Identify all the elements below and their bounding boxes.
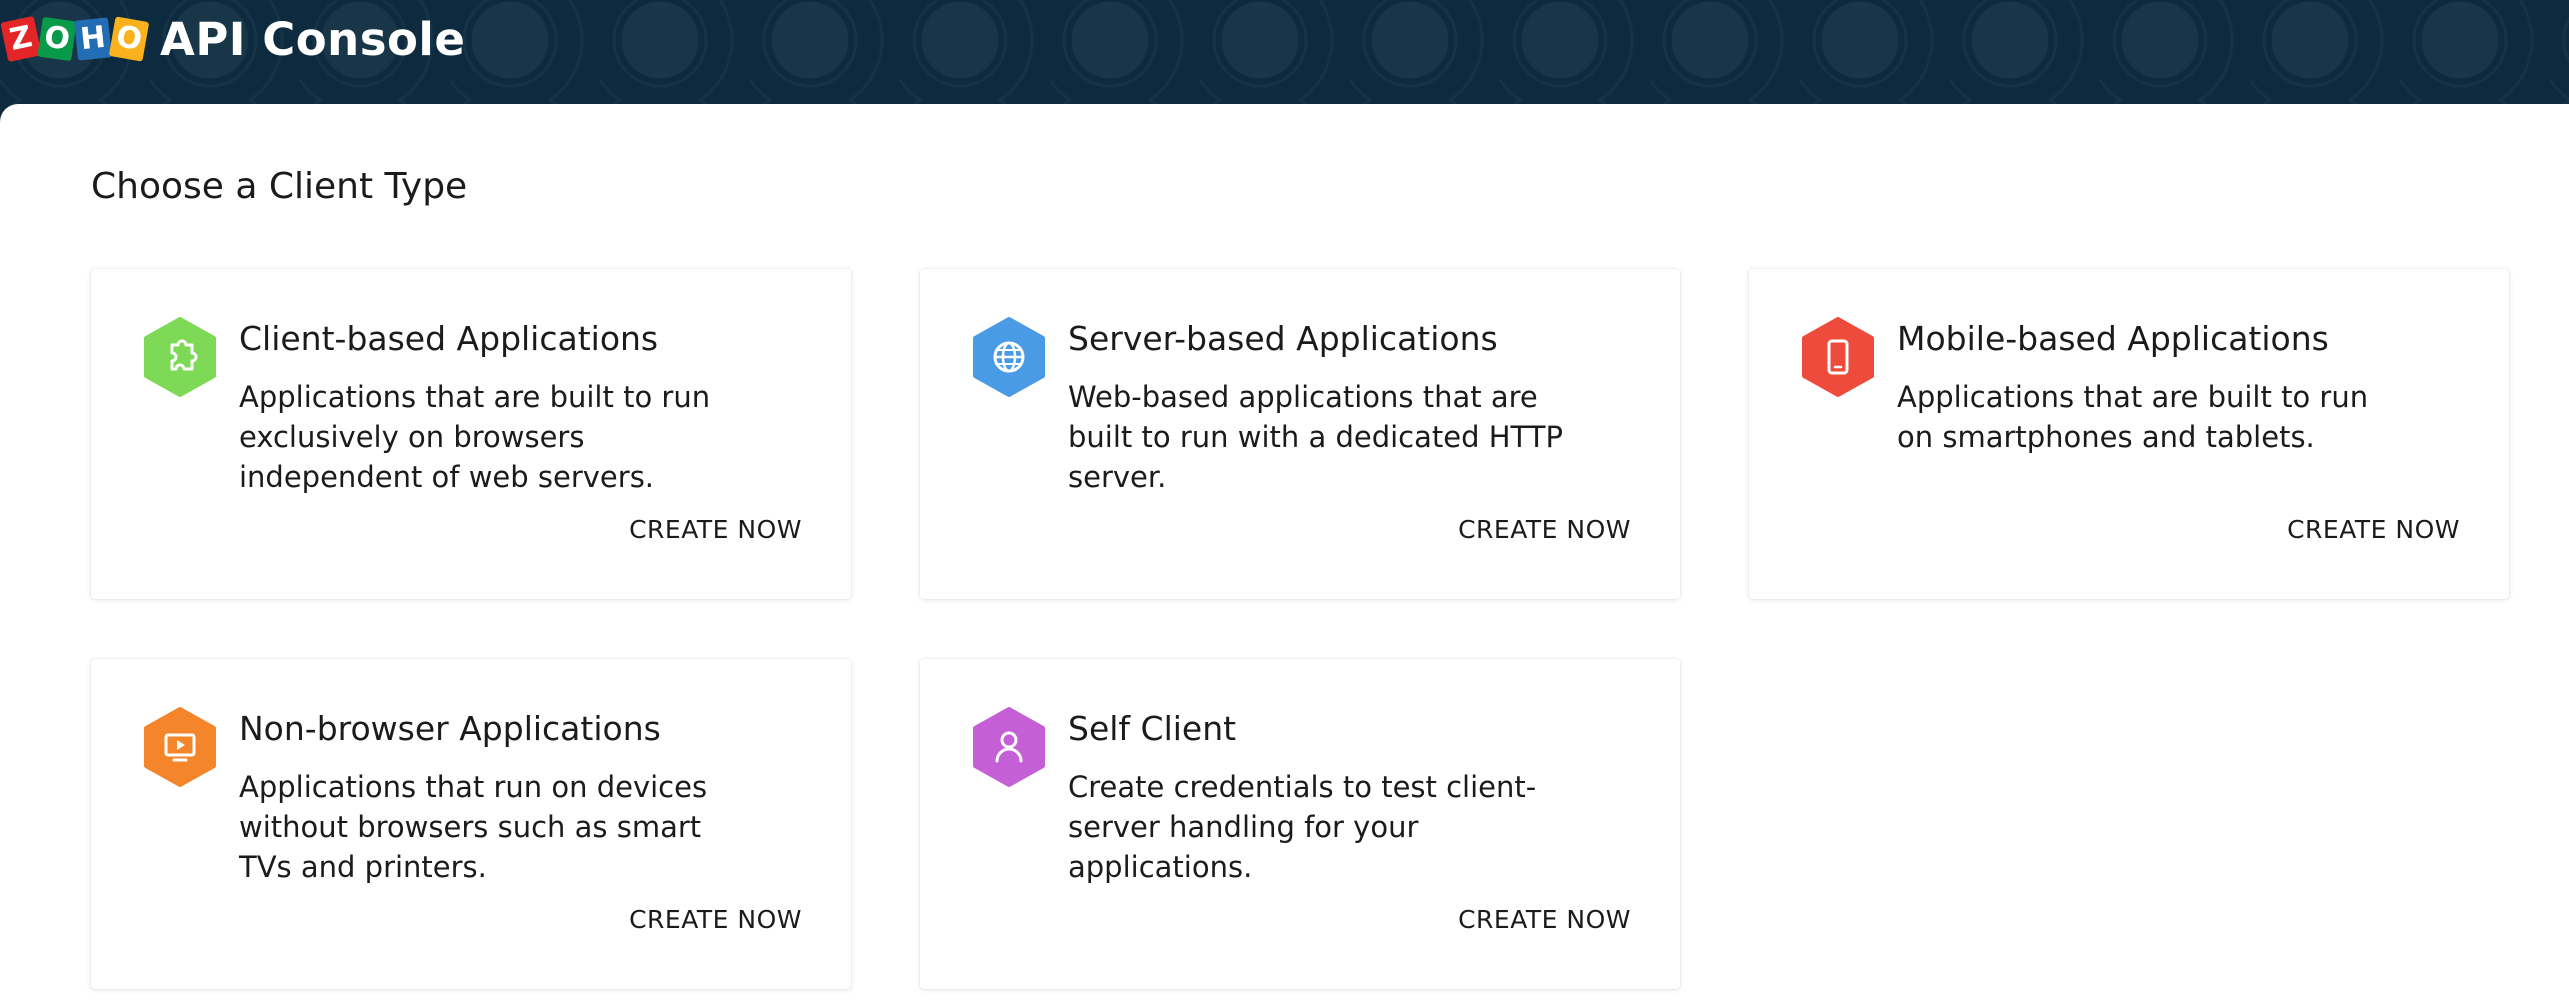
card-title: Non-browser Applications	[239, 709, 661, 748]
app-title: API Console	[160, 12, 466, 66]
card-description: Create credentials to test client-server…	[1068, 770, 1537, 884]
card-description: Web-based applications that are built to…	[1068, 380, 1563, 494]
create-now-button[interactable]: CREATE NOW	[629, 905, 802, 934]
card-title: Mobile-based Applications	[1897, 319, 2329, 358]
logo-letter: H	[74, 17, 112, 61]
card-description: Applications that are built to run on sm…	[1897, 380, 2369, 454]
tv-icon	[144, 707, 216, 787]
create-now-button[interactable]: CREATE NOW	[1458, 905, 1631, 934]
zoho-logo: Z O H O	[0, 13, 150, 65]
main-panel: Choose a Client Type Client-based Applic…	[0, 104, 2569, 1001]
create-now-button[interactable]: CREATE NOW	[2287, 515, 2460, 544]
user-icon	[973, 707, 1045, 787]
globe-icon	[973, 317, 1045, 397]
logo-letter: Z	[0, 15, 42, 63]
top-header: Z O H O API Console	[0, 0, 2569, 106]
client-type-card-mobile-based[interactable]: Mobile-based Applications Applications t…	[1749, 269, 2509, 599]
puzzle-icon	[144, 317, 216, 397]
brand[interactable]: Z O H O API Console	[0, 9, 466, 69]
client-type-card-client-based[interactable]: Client-based Applications Applications t…	[91, 269, 851, 599]
client-type-card-server-based[interactable]: Server-based Applications Web-based appl…	[920, 269, 1680, 599]
logo-letter: O	[37, 16, 77, 62]
client-type-card-self-client[interactable]: Self Client Create credentials to test c…	[920, 659, 1680, 989]
mobile-phone-icon	[1802, 317, 1874, 397]
card-description: Applications that are built to run exclu…	[239, 380, 711, 494]
page-title: Choose a Client Type	[91, 166, 468, 207]
create-now-button[interactable]: CREATE NOW	[629, 515, 802, 544]
card-title: Client-based Applications	[239, 319, 659, 358]
card-title: Server-based Applications	[1068, 319, 1498, 358]
logo-letter: O	[108, 16, 150, 62]
create-now-button[interactable]: CREATE NOW	[1458, 515, 1631, 544]
card-description: Applications that run on devices without…	[239, 770, 708, 884]
card-title: Self Client	[1068, 709, 1237, 748]
client-type-card-non-browser[interactable]: Non-browser Applications Applications th…	[91, 659, 851, 989]
